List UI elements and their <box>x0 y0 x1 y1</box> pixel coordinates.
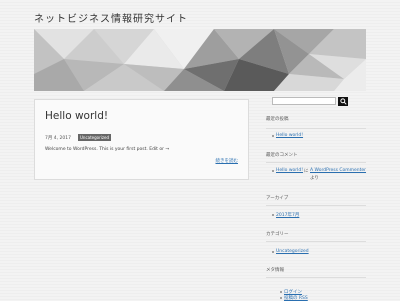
divider <box>266 241 366 242</box>
divider <box>266 128 366 129</box>
bullet-icon <box>272 214 274 216</box>
comment-author-link[interactable]: A WordPress Commenter <box>310 168 366 173</box>
bullet-icon <box>280 291 282 293</box>
categories-title: カテゴリー <box>266 232 289 237</box>
rss-link[interactable]: 投稿の RSS <box>284 295 308 301</box>
header-image <box>34 29 366 91</box>
site-title[interactable]: ネットビジネス情報研究サイト <box>34 10 188 25</box>
divider <box>266 162 366 163</box>
post-date[interactable]: 7月 4, 2017 <box>45 135 71 141</box>
search-input[interactable] <box>272 97 336 105</box>
archives-title: アーカイブ <box>266 196 289 201</box>
recent-posts-title: 最近の投稿 <box>266 117 289 122</box>
bullet-icon <box>280 297 282 299</box>
comment-separator: に <box>304 169 309 174</box>
recent-post-link[interactable]: Hello world! <box>276 133 303 138</box>
post-card: Hello world! 7月 4, 2017 Uncategorized We… <box>34 99 249 180</box>
search-icon <box>339 98 347 105</box>
divider <box>266 277 366 278</box>
archive-link[interactable]: 2017年7月 <box>276 212 299 218</box>
comment-post-link[interactable]: Hello world! <box>276 168 303 173</box>
category-badge[interactable]: Uncategorized <box>78 133 111 141</box>
divider <box>266 205 366 206</box>
recent-comments-title: 最近のコメント <box>266 153 298 158</box>
search-button[interactable] <box>338 97 348 106</box>
bullet-icon <box>272 135 274 137</box>
post-title[interactable]: Hello world! <box>45 110 108 122</box>
category-link[interactable]: Uncategorized <box>276 249 309 254</box>
meta-title: メタ情報 <box>266 268 284 273</box>
comment-suffix: より <box>310 176 319 181</box>
bullet-icon <box>272 251 274 253</box>
search-form <box>266 97 350 106</box>
bullet-icon <box>272 170 274 172</box>
read-more-link[interactable]: 続きを読む <box>216 158 239 164</box>
post-excerpt: Welcome to WordPress. This is your first… <box>45 147 170 152</box>
